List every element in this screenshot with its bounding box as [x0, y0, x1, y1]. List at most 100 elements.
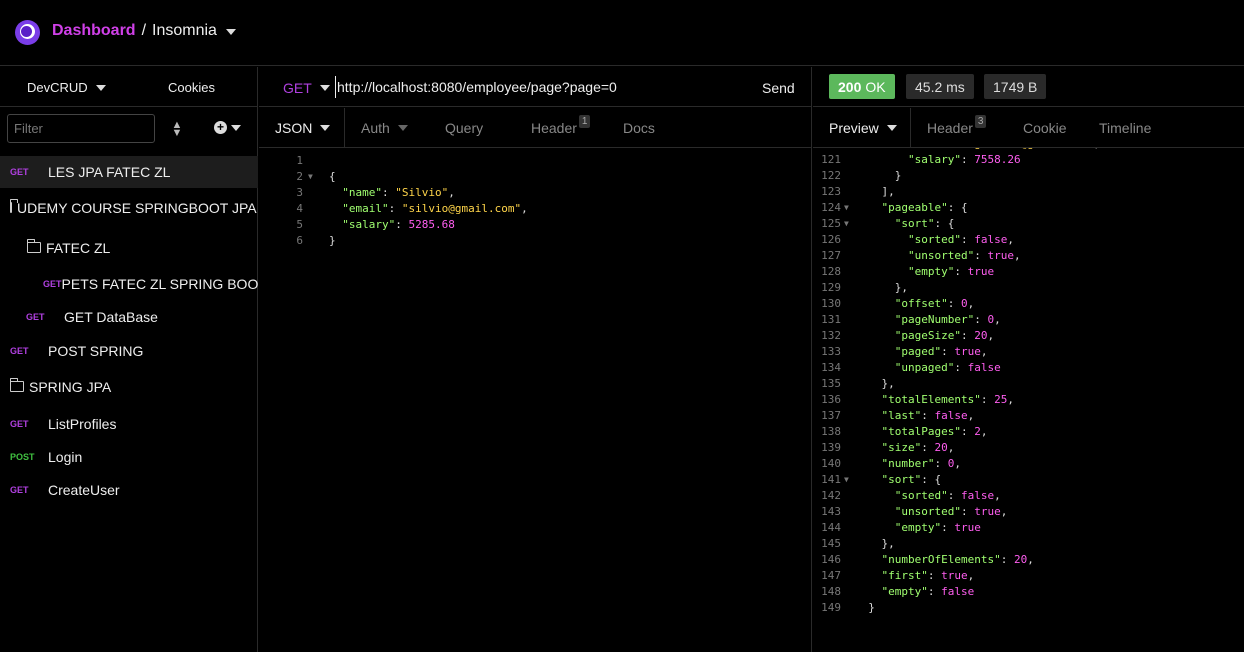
folder-icon [26, 238, 41, 253]
sidebar-item-label: LES JPA FATEC ZL [48, 164, 171, 180]
sidebar-folder[interactable]: UDEMY COURSE SPRINGBOOT JPA (... [0, 192, 258, 224]
filter-input[interactable] [7, 114, 155, 143]
sidebar-item-label: Login [48, 449, 83, 465]
insomnia-logo-icon[interactable] [15, 20, 40, 45]
code-line: "last": false, [881, 409, 975, 422]
code-line: "number": 0, [881, 457, 961, 470]
fold-arrow-icon[interactable]: ▼ [844, 216, 849, 232]
code-line: "totalPages": 2, [881, 425, 988, 438]
line-number: 141 [821, 473, 841, 486]
code-line: "unsorted": true, [907, 249, 1021, 262]
add-item-button[interactable]: + [214, 121, 241, 134]
response-tabs: Preview Header 3 Cookie Timeline [813, 108, 1244, 148]
chevron-down-icon [231, 124, 241, 131]
sidebar-folder[interactable]: FATEC ZL [0, 232, 258, 264]
line-number: 148 [821, 585, 841, 598]
line-number: 137 [821, 409, 841, 422]
resp-tab-header[interactable]: Header 3 [911, 108, 1007, 147]
count-badge: 3 [974, 115, 987, 128]
code-line: "size": 20, [881, 441, 955, 454]
send-button[interactable]: Send [762, 80, 795, 96]
chevron-down-icon [397, 124, 408, 131]
code-line: "sorted": false, [894, 489, 1001, 502]
chevron-down-icon [319, 85, 330, 91]
response-time-badge: 45.2 ms [906, 74, 974, 99]
line-number: 136 [821, 393, 841, 406]
code-line: "salary": 5285.68 [342, 218, 455, 231]
code-line: "unsorted": true, [894, 505, 1008, 518]
code-line: "paged": true, [894, 345, 988, 358]
sidebar-request[interactable]: GET POST SPRING [0, 335, 258, 367]
workspace-selector[interactable]: Insomnia [152, 22, 236, 40]
chevron-down-icon [320, 124, 331, 131]
resp-tab-timeline[interactable]: Timeline [1083, 108, 1169, 147]
resp-tab-cookie[interactable]: Cookie [1007, 108, 1083, 147]
resp-tab-preview[interactable]: Preview [813, 108, 911, 147]
code-line: }, [855, 377, 895, 390]
fold-arrow-icon[interactable]: ▼ [308, 169, 313, 185]
code-line: "offset": 0, [894, 297, 975, 310]
chevron-down-icon [225, 29, 236, 35]
code-line: "first": true, [881, 569, 975, 582]
line-number: 139 [821, 441, 841, 454]
breadcrumb-separator: / [141, 22, 147, 39]
sidebar-request[interactable]: GET LES JPA FATEC ZL [0, 156, 258, 188]
fold-arrow-icon[interactable]: ▼ [844, 200, 849, 216]
fold-arrow-icon[interactable]: ▼ [844, 472, 849, 488]
code-line: "pageNumber": 0, [894, 313, 1001, 326]
sidebar-item-label: GET DataBase [64, 309, 158, 325]
req-tab-docs[interactable]: Docs [607, 108, 687, 147]
method-badge: GET [10, 167, 29, 177]
sort-icon[interactable]: ▲ ▼ [170, 120, 184, 139]
code-line: "salary": 7558.26 [907, 153, 1021, 166]
sidebar-item-label: FATEC ZL [46, 240, 111, 256]
line-number: 127 [821, 249, 841, 262]
sidebar-request[interactable]: GET ListProfiles [0, 408, 258, 440]
status-text: OK [865, 78, 886, 95]
sidebar-request[interactable]: POST Login [0, 441, 258, 473]
line-number: 3 [296, 186, 303, 199]
plus-icon: + [214, 121, 227, 134]
req-tab-auth[interactable]: Auth [345, 108, 429, 147]
cookies-button[interactable]: Cookies [168, 80, 215, 95]
request-body-editor[interactable]: 1 2 ▼ {3 "name": "Silvio", 4 "email": "silvi… [259, 148, 812, 652]
method-badge: GET [10, 485, 29, 495]
line-number: 5 [296, 218, 303, 231]
req-tab-header[interactable]: Header 1 [515, 108, 607, 147]
code-line: "empty": true [894, 521, 981, 534]
folder-icon [9, 198, 18, 213]
line-number: 122 [821, 169, 841, 182]
code-line: }, [855, 537, 895, 550]
code-line: "pageable": { [881, 201, 968, 214]
line-number: 128 [821, 265, 841, 278]
response-status-bar: 200 OK 45.2 ms 1749 B [813, 67, 1244, 107]
breadcrumb-dashboard-link[interactable]: Dashboard [52, 22, 136, 40]
project-selector[interactable]: DevCRUD [27, 80, 106, 95]
code-line: "sort": { [894, 217, 955, 230]
sidebar-folder[interactable]: SPRING JPA [0, 371, 258, 403]
sidebar-item-label: UDEMY COURSE SPRINGBOOT JPA (... [17, 200, 258, 216]
code-line: "empty": true [907, 265, 995, 278]
response-preview[interactable]: 120 "email": "gabriel@gmail.com",121 "sa… [813, 148, 1244, 652]
line-number: 144 [821, 521, 841, 534]
req-tab-query[interactable]: Query [429, 108, 515, 147]
method-selector[interactable]: GET [283, 80, 330, 96]
method-badge: GET [26, 312, 45, 322]
tab-label: Docs [623, 119, 655, 136]
project-name: DevCRUD [27, 80, 88, 95]
url-input[interactable] [335, 76, 735, 98]
sidebar-request[interactable]: GET PETS FATEC ZL SPRING BOOT [0, 268, 258, 300]
req-tab-json[interactable]: JSON [259, 108, 345, 147]
method-badge: GET [10, 346, 29, 356]
line-number: 130 [821, 297, 841, 310]
tab-label: Header [531, 119, 577, 136]
method-badge: POST [10, 452, 35, 462]
line-number: 145 [821, 537, 841, 550]
line-number: 140 [821, 457, 841, 470]
sidebar-item-label: POST SPRING [48, 343, 144, 359]
line-number: 1 [296, 154, 303, 167]
sidebar: DevCRUD Cookies ▲▼ + GET LES JPA FATEC ZL… [0, 67, 258, 652]
line-number: 138 [821, 425, 841, 438]
sidebar-request[interactable]: GET CreateUser [0, 474, 258, 506]
sidebar-request[interactable]: GET GET DataBase [0, 301, 258, 333]
